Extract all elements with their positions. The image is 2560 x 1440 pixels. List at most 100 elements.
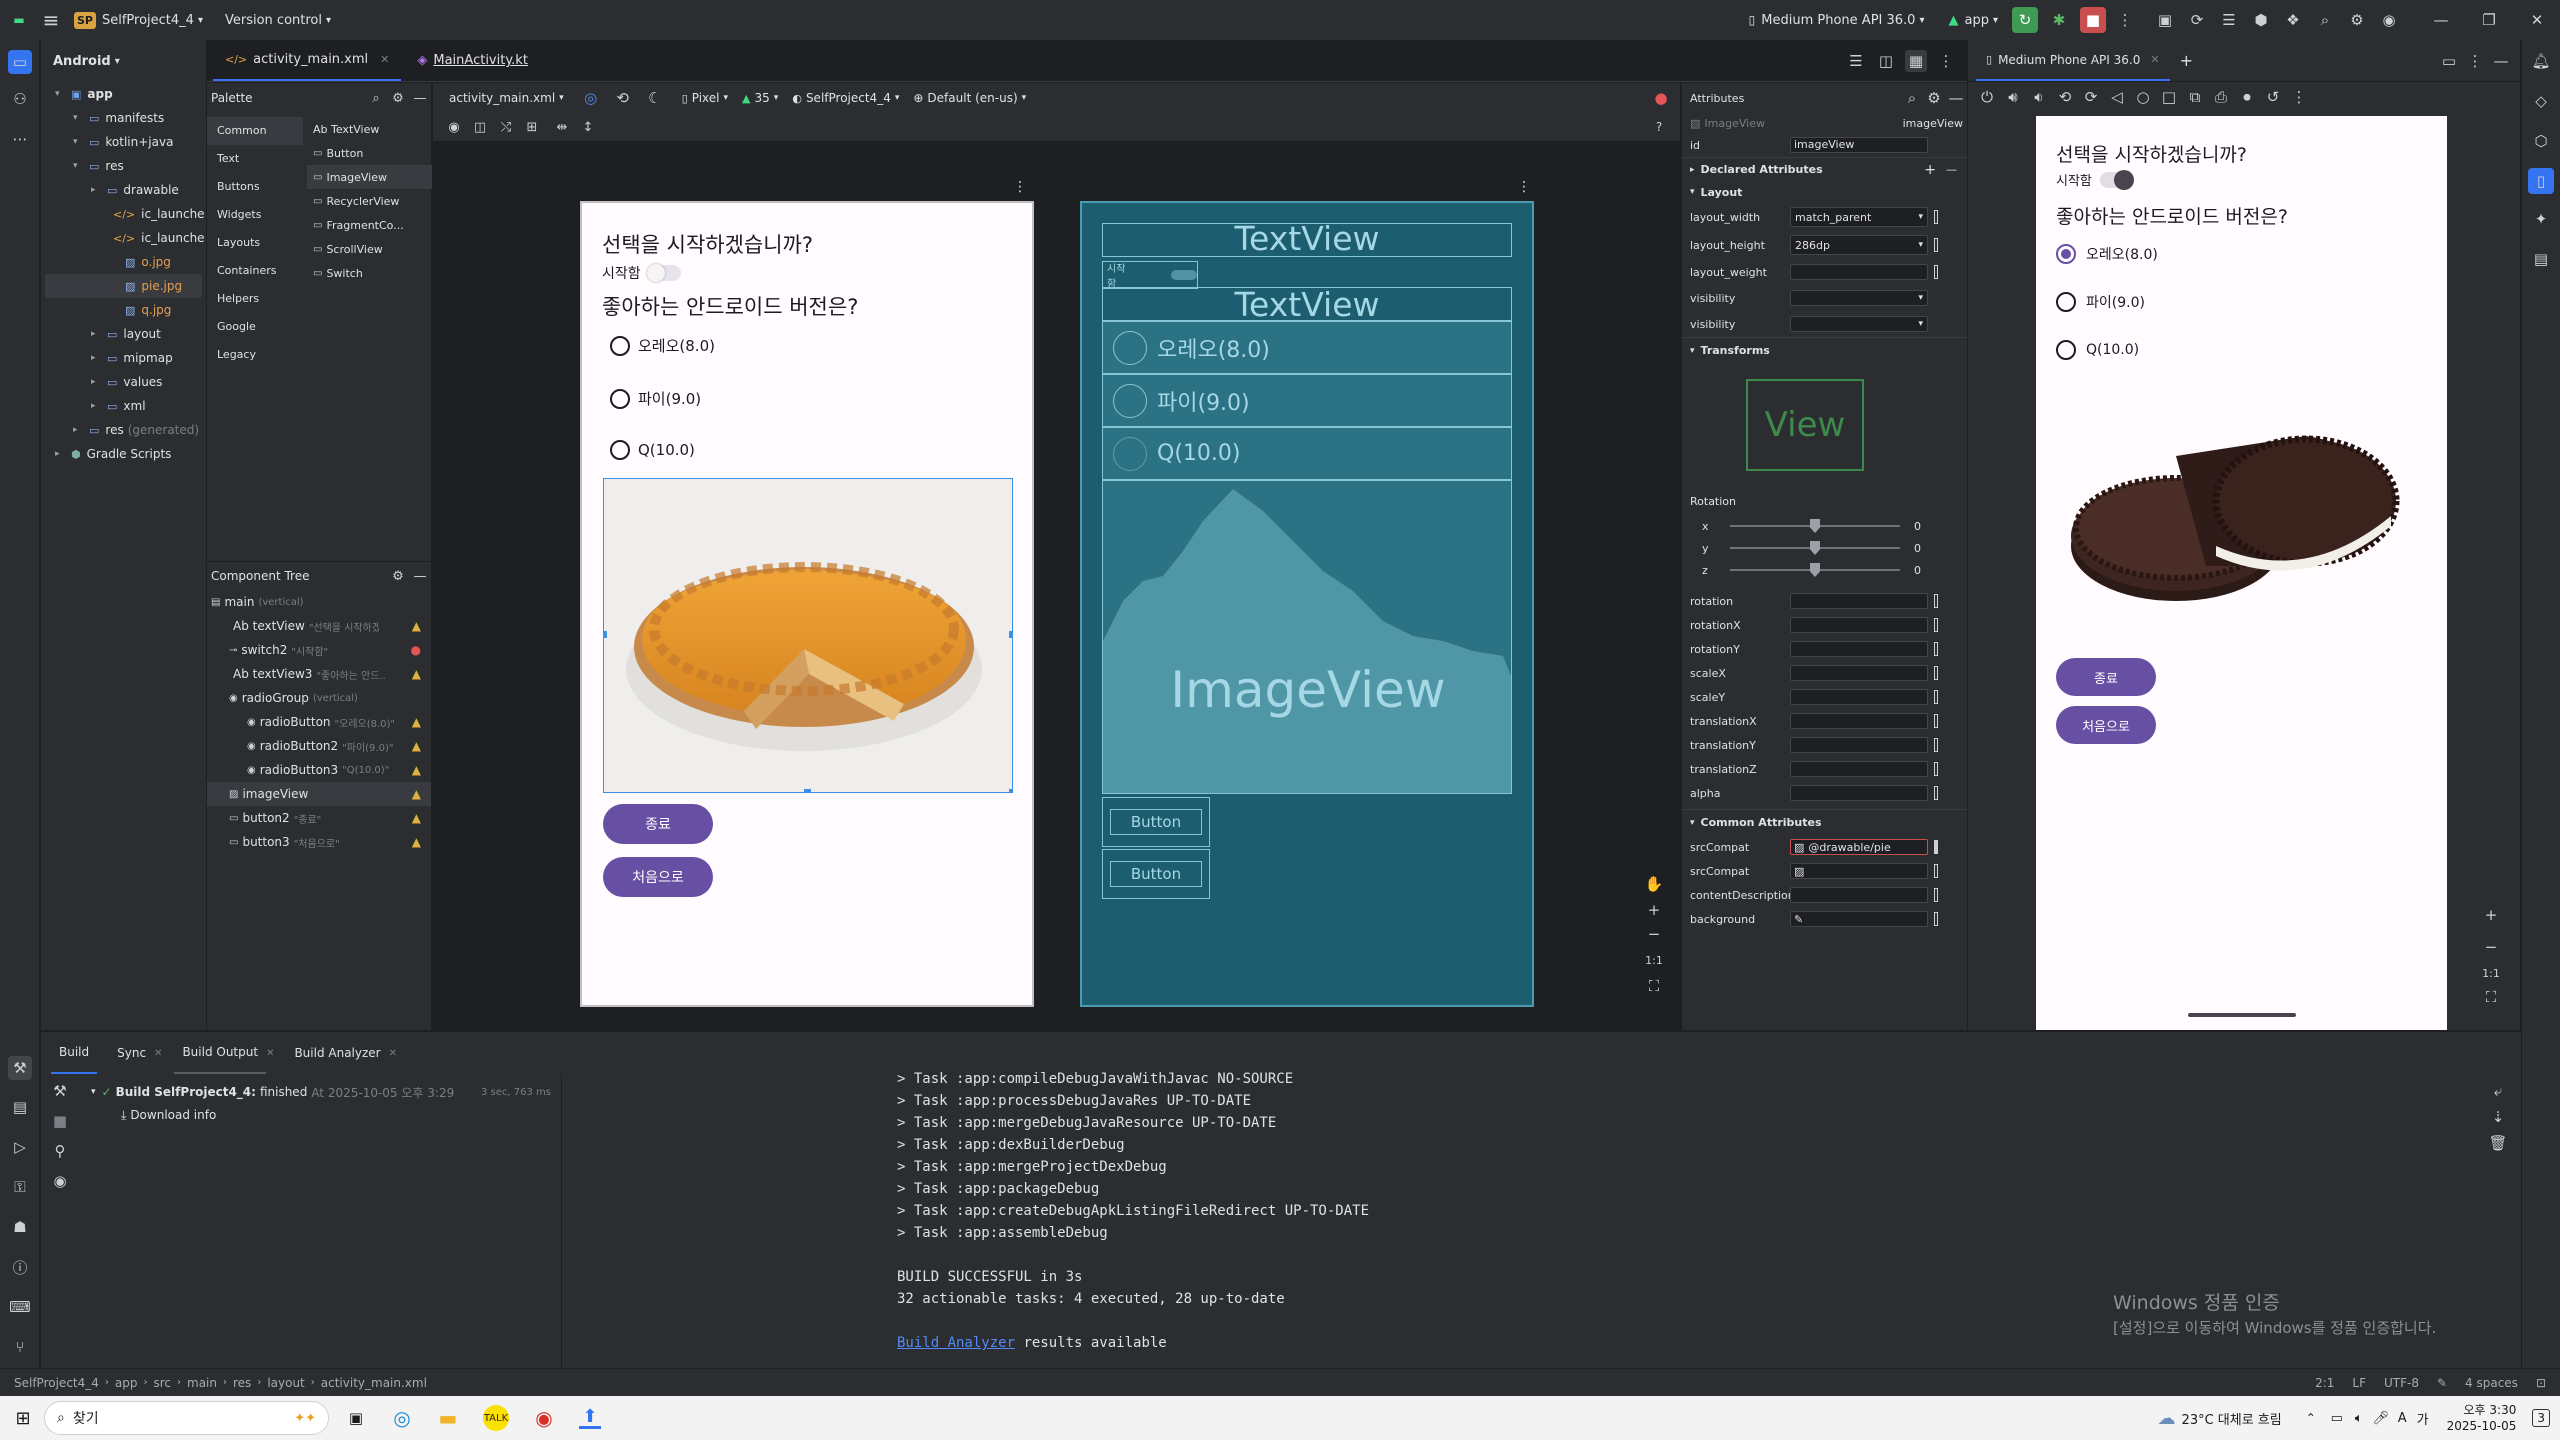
project-tree-item[interactable]: ▾ ▭ res: [45, 154, 202, 178]
error-indicator-icon[interactable]: ●: [1650, 87, 1672, 109]
resource-picker[interactable]: [1934, 618, 1938, 632]
search-icon[interactable]: ⌕: [365, 87, 387, 109]
close-tab-icon[interactable]: ✕: [389, 1048, 397, 1059]
emulator-screen[interactable]: 선택을 시작하겠습니까? 시작함 좋아하는 안드로이드 버전은? 오레오(8.0…: [2036, 116, 2447, 1030]
clock[interactable]: 오후 3:30 2025-10-05: [2447, 1402, 2517, 1434]
component-tree-item[interactable]: ◉ radioButton "오레오(8.0)" ▲: [207, 710, 431, 734]
content-description-field[interactable]: [1790, 887, 1928, 903]
add-icon[interactable]: +: [1924, 162, 1936, 178]
property-field[interactable]: [1790, 665, 1928, 681]
minimize-icon[interactable]: —: [409, 565, 431, 587]
split-view-icon[interactable]: ◫: [1875, 50, 1897, 72]
snapshot-icon[interactable]: ⧉: [2184, 86, 2206, 108]
rotation-slider[interactable]: [1730, 519, 1900, 533]
gear-icon[interactable]: ⚙: [387, 565, 409, 587]
eye-icon[interactable]: ◉: [49, 1170, 71, 1192]
component-tree-item[interactable]: ◉ radioButton2 "파이(9.0)" ▲: [207, 734, 431, 758]
layout-weight-field[interactable]: [1790, 264, 1928, 280]
speaker-icon[interactable]: 🔈︎: [2348, 1407, 2370, 1429]
resize-handle[interactable]: [1009, 631, 1012, 638]
rerun-button[interactable]: ↻: [2012, 7, 2038, 33]
visibility-field[interactable]: ▾: [1790, 290, 1928, 306]
device-selector[interactable]: Medium Phone API 36.0: [1761, 13, 1915, 28]
palette-item[interactable]: ▭ Button: [307, 141, 432, 165]
gradle-tool-icon[interactable]: ⬡: [2530, 130, 2552, 152]
taskbar-search[interactable]: ⌕ 찾기 ✦✦: [44, 1401, 329, 1435]
palette-item[interactable]: ▭ Switch: [307, 261, 432, 285]
gemini-icon[interactable]: ◇: [2530, 90, 2552, 112]
radio-q[interactable]: Q(10.0): [610, 440, 695, 460]
resource-picker[interactable]: [1934, 666, 1938, 680]
resource-picker[interactable]: [1934, 265, 1938, 279]
code-view-icon[interactable]: ☰: [1845, 50, 1867, 72]
stop-button[interactable]: ■: [2080, 7, 2106, 33]
tab-device[interactable]: ▯ Medium Phone API 36.0 ✕: [1976, 40, 2170, 81]
commit-icon[interactable]: ⚇: [9, 88, 31, 110]
resource-picker[interactable]: [1934, 714, 1938, 728]
resource-picker[interactable]: [1934, 912, 1938, 926]
component-tree-item[interactable]: ⊸ switch2 "시작함" ●: [207, 638, 431, 662]
profiler-icon[interactable]: ☰: [2218, 9, 2240, 31]
tab-build[interactable]: Build: [51, 1032, 98, 1074]
layout-file-selector[interactable]: activity_main.xml: [449, 91, 555, 105]
breadcrumb-item[interactable]: res: [233, 1376, 251, 1390]
gesture-bar[interactable]: [2188, 1013, 2296, 1017]
locale-selector[interactable]: Default (en-us): [927, 91, 1017, 105]
task-view-icon[interactable]: ▣: [345, 1407, 367, 1429]
palette-category[interactable]: Text: [207, 145, 303, 173]
screenshot-icon[interactable]: ⎙: [2210, 86, 2232, 108]
component-tree-item[interactable]: ◉ radioButton3 "Q(10.0)" ▲: [207, 758, 431, 782]
debug-icon[interactable]: ✱: [2048, 9, 2070, 31]
guidelines-icon[interactable]: ↕: [577, 116, 599, 138]
file-explorer-icon[interactable]: ▬: [437, 1406, 459, 1430]
palette-category[interactable]: Buttons: [207, 173, 303, 201]
constraints-icon[interactable]: ◫: [469, 116, 491, 138]
close-tab-icon[interactable]: ✕: [380, 53, 389, 66]
stop-icon[interactable]: ■: [49, 1110, 71, 1132]
breadcrumb-item[interactable]: main: [187, 1376, 217, 1390]
zoom-out-icon[interactable]: −: [2480, 936, 2502, 958]
file-encoding[interactable]: UTF-8: [2384, 1376, 2419, 1390]
remove-icon[interactable]: —: [1946, 163, 1957, 176]
breadcrumb-item[interactable]: layout: [267, 1376, 304, 1390]
project-tree-item[interactable]: ▸ ▭ xml: [45, 394, 202, 418]
more-vertical-icon[interactable]: ⋮: [2288, 86, 2310, 108]
mic-icon[interactable]: 🎤︎: [2370, 1407, 2392, 1429]
project-tree-item[interactable]: ▾ ▣ app: [45, 82, 202, 106]
error-icon[interactable]: ●: [411, 643, 421, 657]
palette-category[interactable]: Helpers: [207, 285, 303, 313]
pan-icon[interactable]: ✋: [1643, 873, 1665, 895]
property-field[interactable]: [1790, 593, 1928, 609]
src-compat-field[interactable]: ▨ @drawable/pie: [1790, 839, 1928, 855]
radio-pie[interactable]: 파이(9.0): [610, 388, 701, 409]
logcat-icon[interactable]: ☗: [9, 1216, 31, 1238]
device-manager-icon[interactable]: ▣: [2154, 9, 2176, 31]
resize-handle[interactable]: [804, 789, 811, 792]
project-tree-item[interactable]: ▸ ▭ res (generated): [45, 418, 202, 442]
vcs-selector[interactable]: Version control: [225, 13, 322, 28]
id-field[interactable]: imageView: [1790, 137, 1928, 153]
close-tab-icon[interactable]: ✕: [2150, 53, 2159, 66]
terminal-icon[interactable]: ⌨: [9, 1296, 31, 1318]
minimize-icon[interactable]: —: [409, 87, 431, 109]
resource-picker[interactable]: [1934, 594, 1938, 608]
resize-handle[interactable]: [604, 631, 607, 638]
git-branch-icon[interactable]: ⑂: [9, 1336, 31, 1358]
resource-picker[interactable]: [1934, 762, 1938, 776]
property-field[interactable]: [1790, 737, 1928, 753]
chrome-icon[interactable]: ◉: [533, 1406, 555, 1430]
declared-attributes-header[interactable]: Declared Attributes: [1701, 163, 1823, 176]
device-selector[interactable]: Pixel: [692, 91, 720, 105]
tab-build-output[interactable]: Build Output: [174, 1032, 267, 1074]
warning-icon[interactable]: ▲: [412, 835, 421, 849]
breadcrumb-item[interactable]: activity_main.xml: [321, 1376, 427, 1390]
resource-picker[interactable]: [1934, 642, 1938, 656]
property-field[interactable]: [1790, 641, 1928, 657]
design-view-icon[interactable]: ▦: [1905, 49, 1927, 72]
services-icon[interactable]: ⚿: [9, 1176, 31, 1198]
notification-badge[interactable]: 3: [2532, 1409, 2550, 1427]
project-tree-item[interactable]: ▸ ⬢ Gradle Scripts: [45, 442, 202, 466]
orientation-icon[interactable]: ⟲: [612, 87, 634, 109]
palette-category[interactable]: Layouts: [207, 229, 303, 257]
tab-sync[interactable]: Sync: [109, 1046, 154, 1060]
